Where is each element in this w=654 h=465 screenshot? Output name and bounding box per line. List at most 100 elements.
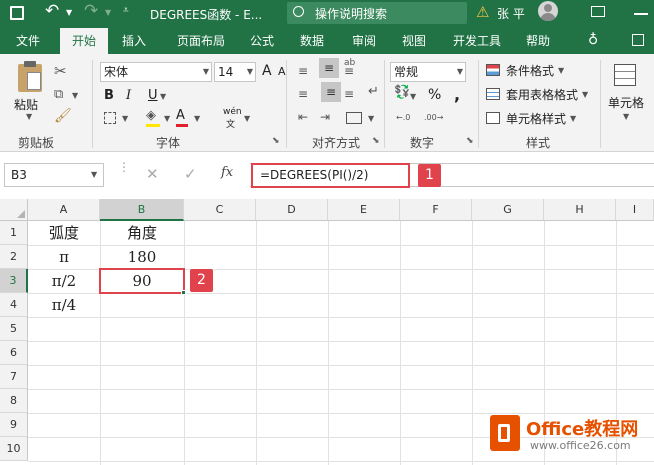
row-header-6[interactable]: 6 [0,341,28,365]
user-name[interactable]: 张 平 [497,5,525,22]
undo-dropdown-icon[interactable]: ▼ [66,8,72,17]
cell-a4[interactable]: π/4 [28,293,100,317]
comma-button[interactable]: , [454,85,460,104]
row-header-8[interactable]: 8 [0,389,28,413]
font-dialog-launcher-icon[interactable]: ⬊ [272,136,280,146]
avatar-icon[interactable] [538,1,558,21]
align-center-icon[interactable]: ≡ [321,82,341,102]
name-box[interactable]: B3 ▼ [4,163,104,187]
font-name-select[interactable]: 宋体 ▼ [100,62,212,82]
tab-file[interactable]: 文件 [6,28,50,54]
increase-decimal-icon[interactable]: ←.0 [396,113,410,122]
tab-page-layout[interactable]: 页面布局 [166,28,236,54]
lightbulb-icon[interactable]: ♁ [588,32,598,48]
enter-icon[interactable]: ✓ [184,165,197,183]
phonetic-dropdown-icon[interactable]: ▼ [244,114,250,123]
row-header-2[interactable]: 2 [0,245,28,269]
text-orientation-icon[interactable]: ab [344,58,355,68]
underline-dropdown-icon[interactable]: ▼ [160,92,166,101]
save-icon[interactable] [10,6,24,20]
column-header-f[interactable]: F [400,199,472,221]
tab-developer[interactable]: 开发工具 [448,28,506,54]
number-format-select[interactable]: 常规 ▼ [390,62,466,82]
table-format-button[interactable]: 套用表格格式 [506,86,578,103]
tab-insert[interactable]: 插入 [112,28,156,54]
decrease-indent-icon[interactable]: ⇤ [298,110,308,124]
currency-dropdown-icon[interactable]: ▼ [410,92,416,101]
align-top-icon[interactable]: ≡ [298,64,308,78]
customize-qat-icon[interactable]: ⩡ [123,5,129,16]
insert-function-icon[interactable]: fx [221,165,233,180]
minimize-icon[interactable] [634,13,648,15]
search-box[interactable]: 操作说明搜索 [287,2,467,24]
increase-indent-icon[interactable]: ⇥ [320,110,330,124]
number-dialog-launcher-icon[interactable]: ⬊ [466,136,474,146]
format-painter-icon[interactable]: 🖌 [54,108,72,124]
conditional-format-icon[interactable] [486,64,500,76]
cell-b2[interactable]: 180 [100,245,184,269]
row-header-4[interactable]: 4 [0,293,28,317]
paste-button[interactable]: 粘贴 ▼ [14,61,48,121]
row-header-10[interactable]: 10 [0,437,28,461]
font-size-select[interactable]: 14 ▼ [214,62,256,82]
tab-view[interactable]: 视图 [394,28,434,54]
table-format-dropdown-icon[interactable]: ▼ [582,90,588,99]
border-icon[interactable] [104,112,116,124]
fill-handle[interactable] [181,290,186,295]
row-header-7[interactable]: 7 [0,365,28,389]
cell-a2[interactable]: π [28,245,100,269]
column-header-a[interactable]: A [28,199,100,221]
column-header-c[interactable]: C [184,199,256,221]
cell-styles-dropdown-icon[interactable]: ▼ [570,114,576,123]
border-dropdown-icon[interactable]: ▼ [122,114,128,123]
undo-icon[interactable]: ↶ [45,1,59,21]
cancel-icon[interactable]: ✕ [146,165,159,183]
increase-font-icon[interactable]: A [262,63,272,79]
cell-b1[interactable]: 角度 [100,221,184,245]
percent-button[interactable]: % [428,87,441,103]
wrap-text-icon[interactable]: ↵ [368,84,379,99]
column-header-g[interactable]: G [472,199,544,221]
align-right-icon[interactable]: ≡ [344,87,354,101]
row-header-9[interactable]: 9 [0,413,28,437]
merge-dropdown-icon[interactable]: ▼ [368,114,374,123]
column-header-i[interactable]: I [616,199,654,221]
copy-icon[interactable]: ⧉ [54,87,63,102]
phonetic-icon[interactable]: wén [223,107,242,117]
align-left-icon[interactable]: ≡ [298,87,308,101]
row-header-5[interactable]: 5 [0,317,28,341]
tab-review[interactable]: 审阅 [344,28,384,54]
tab-data[interactable]: 数据 [292,28,332,54]
italic-button[interactable]: I [126,88,131,103]
font-color-dropdown-icon[interactable]: ▼ [194,114,200,123]
underline-button[interactable]: U [148,88,158,103]
alignment-dialog-launcher-icon[interactable]: ⬊ [372,136,380,146]
decrease-decimal-icon[interactable]: .00→ [424,113,443,122]
column-header-b[interactable]: B [100,199,184,221]
share-icon[interactable] [632,34,644,46]
tab-home[interactable]: 开始 [60,28,108,54]
cut-icon[interactable]: ✂ [54,62,67,80]
align-middle-icon[interactable]: ≡ [319,58,339,78]
fill-color-icon[interactable]: ◈ [146,108,156,123]
redo-dropdown-icon[interactable]: ▼ [105,8,111,17]
tab-help[interactable]: 帮助 [518,28,558,54]
column-header-d[interactable]: D [256,199,328,221]
tab-formulas[interactable]: 公式 [242,28,282,54]
fill-dropdown-icon[interactable]: ▼ [164,114,170,123]
currency-icon[interactable]: 💱 [394,85,410,100]
cell-styles-icon[interactable] [486,112,500,124]
cell-a3[interactable]: π/2 [28,269,100,293]
font-color-icon[interactable]: A [176,108,185,123]
bold-button[interactable]: B [104,88,114,103]
warning-icon[interactable]: ⚠ [476,3,489,21]
cells-button[interactable]: 单元格 ▼ [608,62,654,122]
column-header-h[interactable]: H [544,199,616,221]
column-header-e[interactable]: E [328,199,400,221]
ribbon-display-options-icon[interactable] [591,6,605,17]
row-header-1[interactable]: 1 [0,221,28,245]
table-format-icon[interactable] [486,88,500,100]
select-all-button[interactable] [0,199,28,221]
decrease-font-icon[interactable]: A [278,65,286,78]
cell-a1[interactable]: 弧度 [28,221,100,245]
